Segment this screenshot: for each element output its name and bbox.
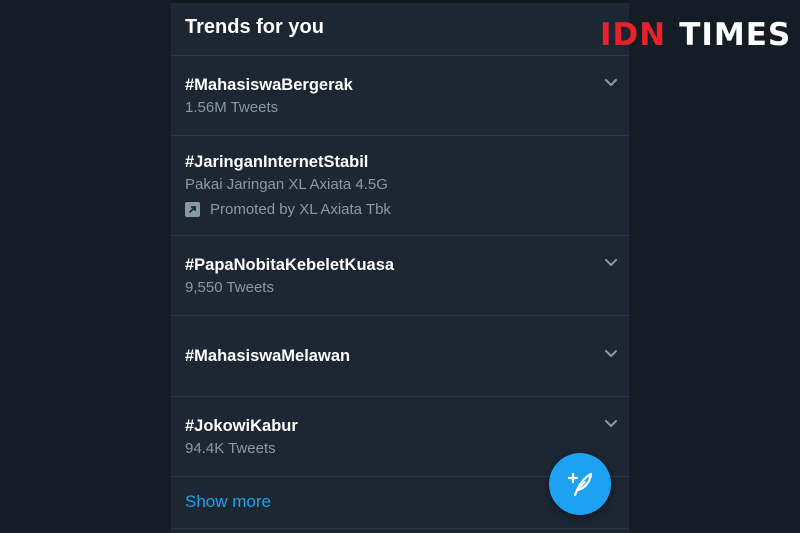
promoted-by-text: Promoted by XL Axiata Tbk (210, 201, 391, 218)
compose-tweet-button[interactable] (549, 453, 611, 515)
logo-times-text: TIMES (679, 17, 792, 53)
trend-item-jokowikabur[interactable]: #JokowiKabur 94.4K Tweets (185, 416, 605, 459)
trend-tweet-count: 94.4K Tweets (185, 440, 276, 457)
chevron-down-icon[interactable] (603, 257, 619, 269)
trend-item-mahasiswabergerak[interactable]: #MahasiswaBergerak 1.56M Tweets (185, 75, 605, 118)
trend-item-jaringaninternetstabil[interactable]: #JaringanInternetStabil Pakai Jaringan X… (185, 152, 605, 218)
chevron-down-icon[interactable] (603, 418, 619, 430)
trend-hashtag[interactable]: #PapaNobitaKebeletKuasa (185, 255, 605, 275)
promoted-label: Promoted by XL Axiata Tbk (185, 201, 605, 218)
divider (171, 528, 629, 529)
compose-tweet-icon (567, 472, 593, 497)
trends-header-title: Trends for you (185, 16, 324, 38)
divider (171, 135, 629, 136)
trend-promo-description: Pakai Jaringan XL Axiata 4.5G (185, 176, 388, 193)
trend-hashtag[interactable]: #MahasiswaBergerak (185, 75, 605, 95)
top-border (171, 0, 629, 3)
trends-panel: Trends for you #MahasiswaBergerak 1.56M … (171, 0, 629, 533)
trend-hashtag[interactable]: #JokowiKabur (185, 416, 605, 436)
trend-item-papanobitakebeletkuasa[interactable]: #PapaNobitaKebeletKuasa 9,550 Tweets (185, 255, 605, 298)
trend-item-mahasiswamelawan[interactable]: #MahasiswaMelawan (185, 346, 605, 366)
idn-times-logo: IDN TIMES (600, 17, 791, 53)
logo-idn-text: IDN (600, 17, 667, 53)
divider (171, 315, 629, 316)
trend-tweet-count: 9,550 Tweets (185, 279, 274, 296)
trend-hashtag[interactable]: #MahasiswaMelawan (185, 346, 605, 366)
promoted-arrow-icon (185, 202, 200, 217)
trend-tweet-count: 1.56M Tweets (185, 99, 279, 116)
chevron-down-icon[interactable] (603, 77, 619, 89)
chevron-down-icon[interactable] (603, 348, 619, 360)
trend-hashtag[interactable]: #JaringanInternetStabil (185, 152, 605, 172)
divider (171, 396, 629, 397)
divider (171, 55, 629, 56)
divider (171, 235, 629, 236)
show-more-link[interactable]: Show more (185, 492, 271, 512)
